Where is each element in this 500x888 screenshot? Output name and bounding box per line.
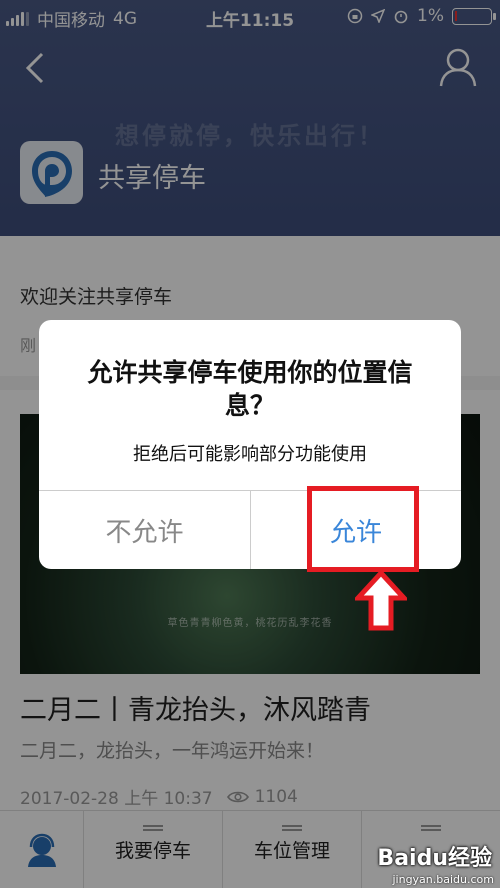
dialog-message: 拒绝后可能影响部分功能使用 bbox=[133, 444, 367, 465]
baidu-watermark: Baidu经验 bbox=[377, 846, 492, 871]
annotation-up-arrow-icon bbox=[355, 570, 407, 631]
deny-button[interactable]: 不允许 bbox=[39, 491, 250, 569]
annotation-highlight-box bbox=[307, 486, 419, 572]
dialog-title: 允许共享停车使用你的位置信息？ bbox=[87, 358, 413, 420]
watermark-url: jingyan.baidu.com bbox=[392, 873, 494, 886]
app-screen: 中国移动 4G 上午11:15 1% 想停就停，快乐出行！ 共享停车 欢迎关注共… bbox=[0, 0, 500, 888]
